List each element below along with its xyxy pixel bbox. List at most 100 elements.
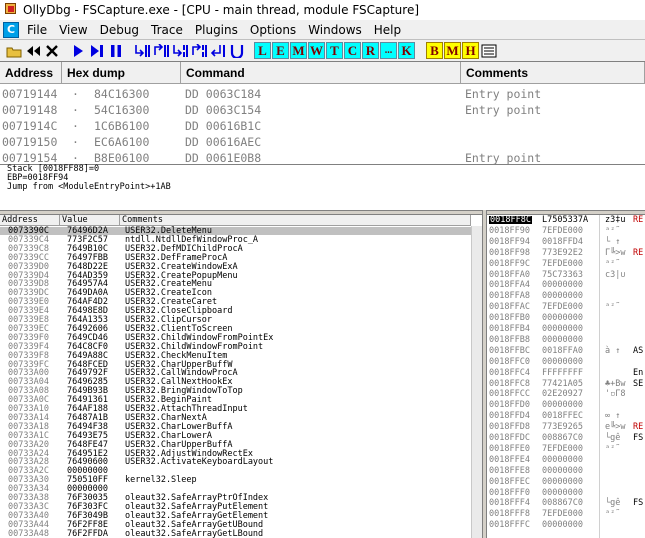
stack-row[interactable]: 0018FFD0 00000000 — [487, 401, 645, 410]
goto-icon[interactable] — [228, 42, 245, 59]
stack-row[interactable]: 0018FF98 773E92E2 Γ╚>w RE — [487, 247, 645, 258]
dump-header-address[interactable]: Address — [0, 215, 60, 226]
disasm-row[interactable]: 00719150 · EC6A6100 DD 00616AEC — [0, 135, 261, 151]
stack-value: 773E92E2 — [542, 247, 583, 258]
dump-row[interactable]: 007339D0 7648D22E USER32.CreateWindowExA — [0, 262, 482, 271]
dump-row[interactable]: 007339C8 7649B10C USER32.DefMDIChildProcA — [0, 244, 482, 253]
disasm-header-address[interactable]: Address — [0, 62, 62, 84]
stack-row[interactable]: 0018FFE8 00000000 — [487, 466, 645, 475]
menu-plugins[interactable]: Plugins — [191, 23, 246, 37]
stack-row[interactable]: 0018FFC4 FFFFFFFF En — [487, 368, 645, 377]
dump-header-comments[interactable]: Comments — [120, 215, 471, 226]
step-icon[interactable] — [88, 42, 105, 59]
stack-row[interactable]: 0018FFC0 00000000 — [487, 357, 645, 366]
disasm-header-command[interactable]: Command — [181, 62, 461, 84]
menu-options[interactable]: Options — [246, 23, 304, 37]
disasm-row[interactable]: 00719144 · 84C16300 DD 0063C184 Entry po… — [0, 87, 541, 103]
trace-over-icon[interactable] — [190, 42, 207, 59]
dump-row[interactable]: 007339F4 764C8CF0 USER32.ChildWindowFromPo… — [0, 342, 482, 351]
dump-header-value[interactable]: Value — [60, 215, 120, 226]
menu-trace[interactable]: Trace — [147, 23, 191, 37]
stack-row[interactable]: 0018FFBC 0018FFA0 à ↑ AS — [487, 345, 645, 356]
executable-modules-button[interactable]: E — [272, 42, 289, 59]
menu-view[interactable]: View — [55, 23, 95, 37]
dump-row[interactable]: 00733A20 7648FE47 USER32.CharUpperBuffA — [0, 440, 482, 449]
stack-pane[interactable]: 0018FF8C L7505337A z3‡u RE 0018FF90 7EFDE000 ᵃ… — [487, 215, 645, 538]
dump-row[interactable]: 007339F8 7649A88C USER32.CheckMenuItem — [0, 351, 482, 360]
stack-row[interactable]: 0018FFA0 75C73363 c3|∪ — [487, 270, 645, 279]
stack-row[interactable]: 0018FFF8 7EFDE000 ᵃᶻ˜ — [487, 510, 645, 519]
stack-row[interactable]: 0018FFB0 00000000 — [487, 314, 645, 323]
info-pane[interactable]: Stack [0018FF88]=0 EBP=0018FF94 Jump fro… — [0, 164, 645, 210]
stack-row[interactable]: 0018FFE0 7EFDE000 ᵃᶻ˜ — [487, 444, 645, 453]
stack-value: 008867C0 — [542, 433, 583, 443]
step-over-icon[interactable] — [152, 42, 169, 59]
dump-address: 00733A1C — [8, 430, 49, 441]
stack-row[interactable]: 0018FFCC 02E20927 '▫Γ8 — [487, 390, 645, 399]
disasm-header-comments[interactable]: Comments — [461, 62, 645, 84]
step-into-icon[interactable] — [133, 42, 150, 59]
menu-debug[interactable]: Debug — [96, 23, 147, 37]
threads-button[interactable]: T — [326, 42, 343, 59]
dump-row[interactable]: 00733A48 76F2FFDA oleaut32.SafeArrayGetLBo… — [0, 529, 482, 538]
stack-row[interactable]: 0018FF90 7EFDE000 ᵃᶻ˜ — [487, 226, 645, 235]
stack-row[interactable]: 0018FFB4 00000000 — [487, 325, 645, 334]
references-button[interactable]: R — [362, 42, 379, 59]
close-icon[interactable] — [43, 42, 60, 59]
open-icon[interactable] — [5, 42, 22, 59]
stack-row[interactable]: 0018FFD4 0018FFEC ∞ ↑ — [487, 412, 645, 421]
menu-help[interactable]: Help — [370, 23, 409, 37]
memory-map-button[interactable]: M — [290, 42, 307, 59]
log-window-button[interactable]: L — [254, 42, 271, 59]
breakpoints-button[interactable]: B — [426, 42, 443, 59]
run-trace-button[interactable]: ... — [380, 42, 397, 59]
stack-address: 0018FFC8 — [489, 378, 530, 389]
menu-windows[interactable]: Windows — [304, 23, 370, 37]
stack-address: 0018FFBC — [489, 345, 530, 356]
menu-file[interactable]: File — [23, 23, 55, 37]
stack-row[interactable]: 0018FFB8 00000000 — [487, 335, 645, 344]
windows-button[interactable]: W — [308, 42, 325, 59]
execute-till-return-icon[interactable] — [209, 42, 226, 59]
dump-pane[interactable]: Address Value Comments 0073390C 76496D2A U… — [0, 215, 482, 538]
dump-row[interactable]: 007339F0 7649CD46 USER32.ChildWindowFromPo… — [0, 332, 482, 343]
dump-row[interactable]: 00733A18 76494F38 USER32.CharLowerBuffA — [0, 422, 482, 431]
stack-row[interactable]: 0018FFF0 00000000 — [487, 487, 645, 498]
stack-row[interactable]: 0018FF94 0018FFD4 └ ↑ — [487, 237, 645, 246]
stack-row[interactable]: 0018FFDC 008867C0 └gê FS — [487, 433, 645, 443]
stack-row[interactable]: 0018FFEC 00000000 — [487, 477, 645, 486]
memory-breakpoints-button[interactable]: M — [444, 42, 461, 59]
disasm-row[interactable]: 0071914C · 1C6B6100 DD 00616B1C — [0, 119, 261, 135]
stack-row[interactable]: 0018FFFC 00000000 — [487, 521, 645, 530]
dump-comment: USER32.ChildWindowFromPointEx — [125, 332, 274, 343]
stack-row[interactable]: 0018FFC8 77421A05 ♣+Bw SE — [487, 378, 645, 389]
stack-address: 0018FFF0 — [489, 487, 530, 498]
ollydbg-app-icon[interactable] — [3, 3, 19, 17]
rewind-icon[interactable] — [24, 42, 41, 59]
disasm-row[interactable]: 00719148 · 54C16300 DD 0063C154 Entry po… — [0, 103, 541, 119]
dump-row[interactable]: 00733A44 76F2FF8E oleaut32.SafeArrayGetUBo… — [0, 520, 482, 529]
dump-row[interactable]: 00733A40 76F3049B oleaut32.SafeArrayGetEle… — [0, 511, 482, 520]
cpu-window-icon[interactable]: C — [3, 21, 19, 38]
stack-row[interactable]: 0018FF9C 7EFDE000 ᵃᶻ˜ — [487, 259, 645, 268]
stack-row[interactable]: 0018FFA4 00000000 — [487, 281, 645, 290]
dump-row[interactable]: 007339CC 76497FBB USER32.DefFrameProcA — [0, 253, 482, 262]
stack-row[interactable]: 0018FFE4 00000000 — [487, 455, 645, 464]
dump-row[interactable]: 00733A1C 76493E75 USER32.CharLowerA — [0, 430, 482, 441]
trace-into-icon[interactable] — [171, 42, 188, 59]
hardware-breakpoints-button[interactable]: H — [462, 42, 479, 59]
stack-row[interactable]: 0018FF8C L7505337A z3‡u RE — [487, 216, 645, 224]
cpu-button[interactable]: C — [344, 42, 361, 59]
dump-scrollbar[interactable] — [471, 226, 482, 538]
stack-row[interactable]: 0018FFA8 00000000 — [487, 292, 645, 301]
run-icon[interactable] — [69, 42, 86, 59]
disasm-header-hex[interactable]: Hex dump — [62, 62, 181, 84]
stack-row[interactable]: 0018FFF4 008867C0 └gê FS — [487, 499, 645, 508]
stack-row[interactable]: 0018FFD8 773E9265 e╚>w RE — [487, 423, 645, 432]
dump-comment: USER32.CharLowerA — [125, 430, 212, 441]
pause-icon[interactable] — [107, 42, 124, 59]
call-stack-button[interactable]: K — [398, 42, 415, 59]
stack-row[interactable]: 0018FFAC 7EFDE000 ᵃᶻ˜ — [487, 303, 645, 312]
disasm-command: DD 00616AEC — [185, 135, 262, 149]
list-icon[interactable] — [480, 42, 497, 59]
